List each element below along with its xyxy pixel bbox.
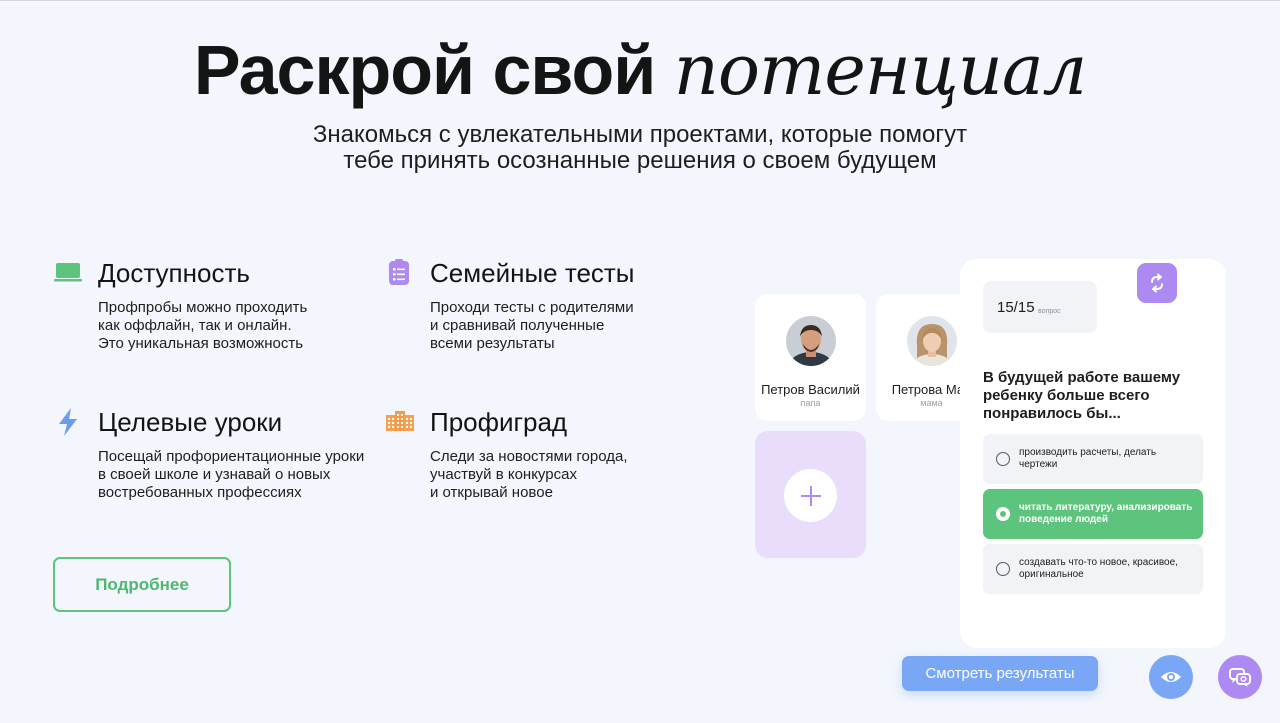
eye-icon	[1161, 672, 1181, 682]
feature-description: Проходи тесты с родителями и сравнивай п…	[430, 299, 634, 353]
hero-subtitle-line: Знакомься с увлекательными проектами, ко…	[312, 121, 968, 148]
feature-title: Доступность	[98, 258, 250, 288]
hero-subtitle: Знакомься с увлекательными проектами, ко…	[0, 122, 1280, 174]
clipboard-icon	[389, 259, 409, 285]
participant-name: Петров Василий	[761, 382, 860, 397]
participant-card-father[interactable]: Петров Василий папа	[755, 294, 866, 421]
answer-option-line: создавать что-то новое, красивое,	[1019, 557, 1178, 568]
feature-description-line: всеми результаты	[430, 335, 555, 352]
support-chat-button[interactable]	[1218, 655, 1262, 699]
feature-description-line: как оффлайн, так и онлайн.	[98, 317, 292, 334]
building-icon	[386, 411, 414, 431]
feature-description-line: Проходи тесты с родителями	[430, 299, 634, 316]
feature-description-line: и сравнивай полученные	[430, 317, 605, 334]
add-participant-button[interactable]	[784, 469, 837, 522]
feature-description-line: и открывай новое	[430, 484, 553, 501]
radio-button[interactable]	[996, 452, 1010, 466]
question-counter-label: вопрос	[1038, 308, 1061, 315]
answer-option-line: читать литературу, анализировать	[1019, 502, 1193, 513]
feature-description-line: в своей школе и узнавай о новых	[98, 466, 331, 483]
feature-description-line: востребованных профессиях	[98, 484, 302, 501]
lightning-icon	[59, 408, 77, 436]
add-participant-card[interactable]	[755, 431, 866, 558]
feature-description-line: Это уникальная возможность	[98, 335, 304, 352]
answer-option-line: поведение людей	[1019, 514, 1108, 525]
refresh-icon	[1151, 273, 1163, 293]
hero-subtitle-line: тебе принять осознанные решения о своем …	[343, 147, 937, 174]
feature-description: Профпробы можно проходить как оффлайн, т…	[98, 299, 307, 353]
feature-description: Следи за новостями города, участвуй в ко…	[430, 448, 628, 502]
answer-option-selected[interactable]: читать литературу, анализировать поведен…	[983, 489, 1203, 539]
feature-description-line: участвуй в конкурсах	[430, 466, 577, 483]
answer-option[interactable]: создавать что-то новое, красивое, оригин…	[983, 544, 1203, 594]
answer-option-text: создавать что-то новое, красивое, оригин…	[1019, 557, 1178, 581]
answer-option[interactable]: производить расчеты, делать чертежи	[983, 434, 1203, 484]
question-counter-value: 15/15	[997, 299, 1035, 316]
hero-title-bold: Раскрой свой	[193, 31, 656, 109]
swap-button[interactable]	[1137, 263, 1177, 303]
feature-description-line: Профпробы можно проходить	[98, 299, 308, 316]
answer-option-line: чертежи	[1019, 459, 1058, 470]
participant-role: папа	[800, 398, 821, 408]
question-text: В будущей работе вашему ребенку больше в…	[983, 369, 1180, 423]
hero-title: Раскрой свой потенциал	[0, 29, 1280, 111]
answer-option-line: производить расчеты, делать	[1019, 447, 1157, 458]
quiz-card: 15/15 вопрос В будущей работе вашему реб…	[960, 259, 1226, 648]
view-results-button[interactable]: Смотреть результаты	[902, 656, 1098, 691]
laptop-icon	[54, 263, 82, 282]
feature-description-line: Следи за новостями города,	[430, 448, 628, 465]
hero-title-italic: потенциал	[673, 29, 1087, 111]
feature-title: Семейные тесты	[430, 258, 635, 288]
radio-button[interactable]	[996, 562, 1010, 576]
question-line: ребенку больше всего	[983, 387, 1150, 404]
feature-description-line: Посещай профориентационные уроки	[98, 448, 365, 465]
question-counter: 15/15 вопрос	[983, 281, 1097, 333]
question-line: В будущей работе вашему	[983, 369, 1181, 386]
feature-title: Целевые уроки	[98, 407, 283, 437]
radio-button-checked[interactable]	[996, 507, 1010, 521]
plus-icon	[800, 485, 821, 506]
question-line: понравилось бы...	[983, 405, 1121, 422]
avatar	[907, 316, 957, 366]
answer-option-line: оригинальное	[1019, 569, 1084, 580]
answer-option-text: производить расчеты, делать чертежи	[1019, 447, 1156, 471]
feature-title: Профиград	[430, 407, 568, 437]
avatar	[786, 316, 836, 366]
chat-icon	[1229, 668, 1251, 687]
answer-option-text: читать литературу, анализировать поведен…	[1019, 502, 1192, 526]
accessibility-view-button[interactable]	[1149, 655, 1193, 699]
feature-description: Посещай профориентационные уроки в своей…	[98, 448, 364, 502]
more-button[interactable]: Подробнее	[53, 557, 231, 612]
